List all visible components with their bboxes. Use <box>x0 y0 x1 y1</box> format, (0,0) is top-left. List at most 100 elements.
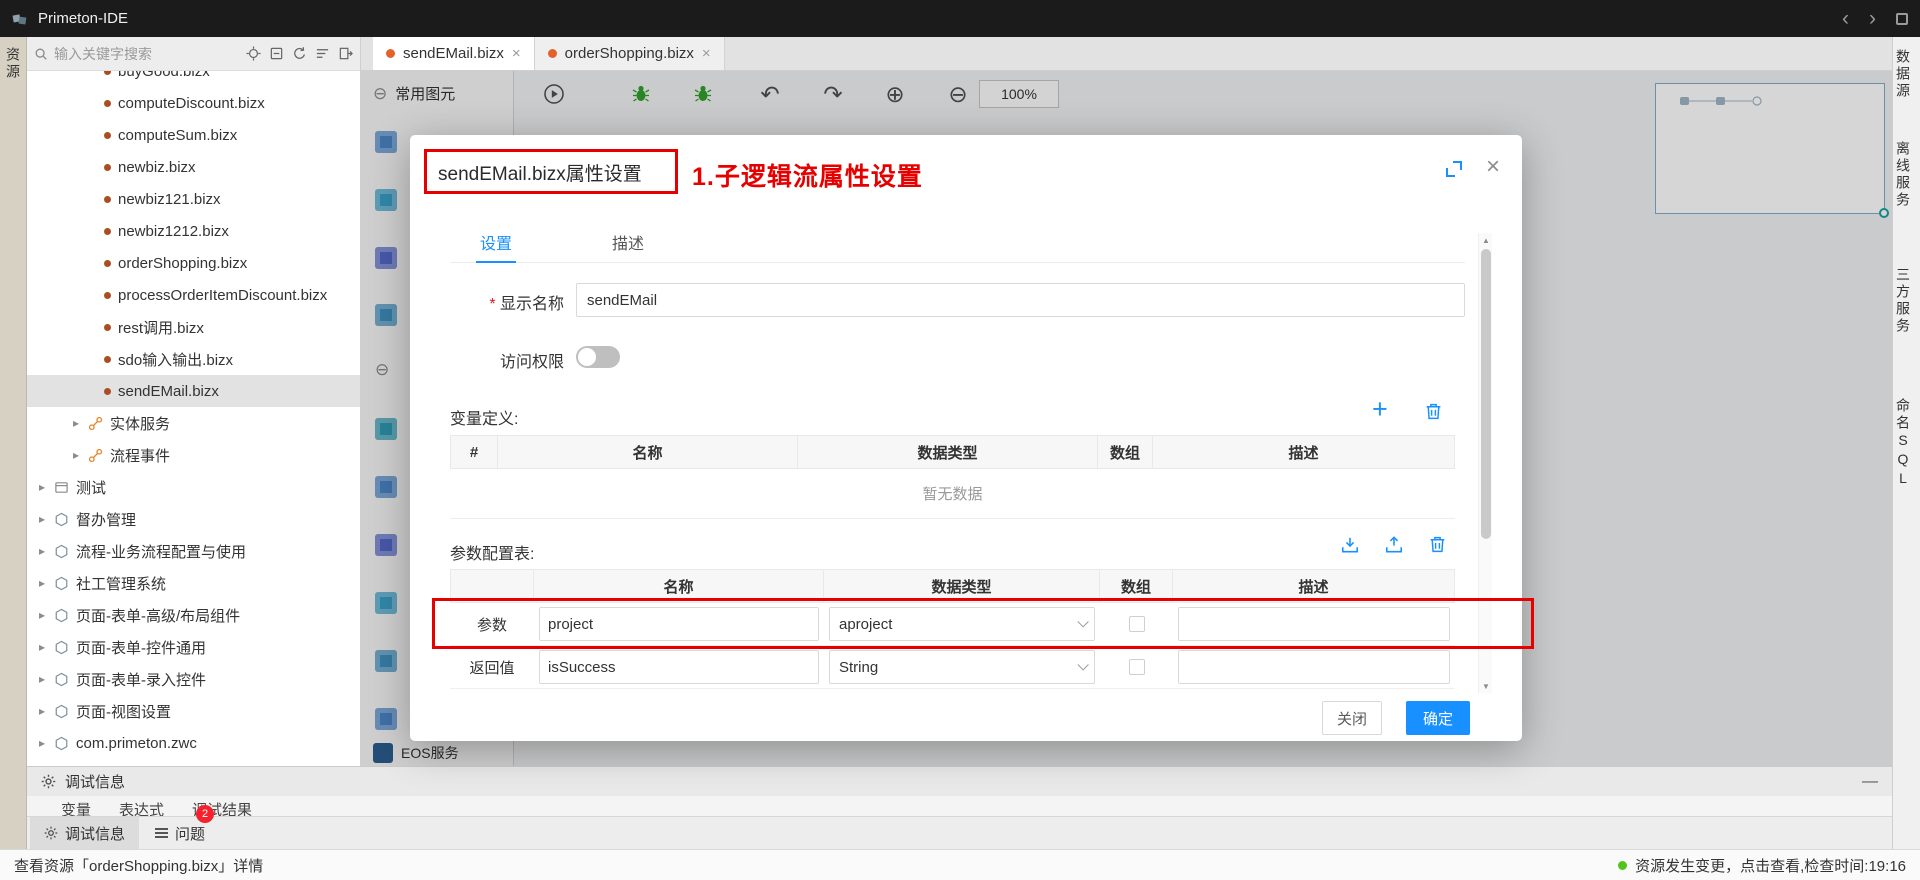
delete-variable-icon[interactable] <box>1424 402 1443 421</box>
tree-item-label: 测试 <box>76 477 106 498</box>
tree-item[interactable]: ▸页面-表单-控件通用 <box>27 631 360 663</box>
expand-arrow-icon[interactable]: ▸ <box>71 448 81 462</box>
tree-item[interactable]: rest调用.bizx <box>27 311 360 343</box>
param-name-input[interactable] <box>539 650 819 684</box>
dialog-close-icon[interactable]: × <box>1486 153 1500 181</box>
tree-item[interactable]: newbiz121.bizx <box>27 183 360 215</box>
window-layout-icon[interactable] <box>1896 13 1908 25</box>
nav-back-icon[interactable]: ‹ <box>1842 7 1849 31</box>
refresh-icon[interactable] <box>292 46 307 61</box>
editor-tab-ordershopping[interactable]: orderShopping.bizx × <box>535 37 725 70</box>
expand-arrow-icon[interactable]: ▸ <box>37 608 47 622</box>
tab-settings[interactable]: 设置 <box>480 227 512 262</box>
tree-item[interactable]: ▸页面-表单-高级/布局组件 <box>27 599 360 631</box>
editor-tab-sendemail[interactable]: sendEMail.bizx × <box>373 37 535 70</box>
param-datatype-value: String <box>839 659 878 676</box>
annotation-rect-param-row <box>432 598 1534 649</box>
tree-item[interactable]: computeDiscount.bizx <box>27 87 360 119</box>
tab-description[interactable]: 描述 <box>612 227 644 262</box>
tree-item[interactable]: processOrderItemDiscount.bizx <box>27 279 360 311</box>
access-permission-label: 访问权限 <box>450 348 564 372</box>
scrollbar-thumb[interactable] <box>1481 249 1491 539</box>
tree-item[interactable]: newbiz.bizx <box>27 151 360 183</box>
tree-item[interactable]: ▸实体服务 <box>27 407 360 439</box>
debug-info-bar[interactable]: 调试信息 — <box>27 766 1892 796</box>
status-green-dot-icon <box>1618 861 1627 870</box>
delete-param-icon[interactable] <box>1428 535 1447 554</box>
collapse-all-icon[interactable] <box>269 46 284 61</box>
app-logo-icon <box>12 11 28 27</box>
tree-item[interactable]: newbiz1212.bizx <box>27 215 360 247</box>
tree-item[interactable]: ▸ 流程-业务流程配置与使用 <box>27 535 360 567</box>
tree-item[interactable]: ▸com.primeton.zwc <box>27 727 360 759</box>
list-icon <box>155 828 168 838</box>
minimize-panel-icon[interactable]: — <box>1862 773 1878 791</box>
close-tab-icon[interactable]: × <box>512 45 521 62</box>
tree-item[interactable]: ▸页面-表单-录入控件 <box>27 663 360 695</box>
tree-item-label: orderShopping.bizx <box>118 255 247 272</box>
expand-arrow-icon[interactable]: ▸ <box>37 544 47 558</box>
close-tab-icon[interactable]: × <box>702 45 711 62</box>
tree-item[interactable]: ▸ 督办管理 <box>27 503 360 535</box>
locate-icon[interactable] <box>246 46 261 61</box>
scroll-down-icon[interactable]: ▼ <box>1479 679 1493 693</box>
debug-subtab-variables[interactable]: 变量 <box>61 796 91 816</box>
tree-item[interactable]: orderShopping.bizx <box>27 247 360 279</box>
resources-strip-tab[interactable]: 资源 <box>3 47 23 81</box>
expand-arrow-icon[interactable]: ▸ <box>37 480 47 494</box>
search-input[interactable] <box>54 46 240 62</box>
debug-gear-icon <box>41 774 56 789</box>
tree-item[interactable]: ▸ 社工管理系统 <box>27 567 360 599</box>
chevron-down-icon <box>1077 659 1088 670</box>
scroll-up-icon[interactable]: ▲ <box>1479 233 1493 247</box>
tree-item-label: 页面-视图设置 <box>76 701 171 722</box>
expand-arrow-icon[interactable]: ▸ <box>37 512 47 526</box>
bottom-tab-debug-info[interactable]: 调试信息 <box>30 817 139 849</box>
strip-tab-datasource[interactable]: 数据源 <box>1893 49 1920 100</box>
export-params-icon[interactable] <box>1384 535 1404 555</box>
expand-arrow-icon[interactable]: ▸ <box>37 672 47 686</box>
tree-item-label: 流程-业务流程配置与使用 <box>76 541 246 562</box>
expand-arrow-icon[interactable]: ▸ <box>37 640 47 654</box>
param-datatype-select[interactable]: String <box>829 650 1095 684</box>
tree-item[interactable]: computeSum.bizx <box>27 119 360 151</box>
confirm-button[interactable]: 确定 <box>1406 701 1470 735</box>
tree-item[interactable]: ▸流程事件 <box>27 439 360 471</box>
param-desc-input[interactable] <box>1178 650 1450 684</box>
expand-arrow-icon[interactable]: ▸ <box>37 576 47 590</box>
add-variable-icon[interactable]: + <box>1372 399 1388 419</box>
package-icon <box>54 544 69 559</box>
close-button[interactable]: 关闭 <box>1322 701 1382 735</box>
service-icon <box>88 416 103 431</box>
status-resource-change[interactable]: 资源发生变更，点击查看,检查时间:19:16 <box>1618 855 1906 876</box>
expand-arrow-icon[interactable]: ▸ <box>37 704 47 718</box>
strip-tab-named-sql[interactable]: 命名SQL <box>1893 398 1920 489</box>
expand-arrow-icon[interactable]: ▸ <box>71 416 81 430</box>
debug-gear-icon <box>44 826 58 840</box>
expand-arrow-icon[interactable]: ▸ <box>37 736 47 750</box>
tree-item-label: 社工管理系统 <box>76 573 166 594</box>
bizx-file-icon <box>104 132 111 139</box>
tree-item-label: 督办管理 <box>76 509 136 530</box>
tree-item[interactable]: buyGood.bizx <box>27 71 360 87</box>
import-params-icon[interactable] <box>1340 535 1360 555</box>
tree-item[interactable]: ▸ 测试 <box>27 471 360 503</box>
filter-list-icon[interactable] <box>315 46 330 61</box>
strip-tab-offline-service[interactable]: 离线服务 <box>1893 141 1920 209</box>
package-icon <box>54 736 69 751</box>
array-checkbox[interactable] <box>1129 659 1145 675</box>
fullscreen-icon[interactable] <box>1446 161 1462 177</box>
tree-item-selected[interactable]: sendEMail.bizx <box>27 375 360 407</box>
status-bar: 查看资源「orderShopping.bizx」详情 资源发生变更，点击查看,检… <box>0 849 1920 880</box>
tree-item[interactable]: sdo输入输出.bizx <box>27 343 360 375</box>
package-icon <box>54 576 69 591</box>
access-permission-toggle[interactable] <box>576 346 620 368</box>
export-icon[interactable] <box>338 46 353 61</box>
display-name-input[interactable] <box>576 283 1465 317</box>
tree-item[interactable]: ▸ 页面-视图设置 <box>27 695 360 727</box>
bottom-tab-bar: 调试信息 问题 <box>27 816 1892 849</box>
nav-forward-icon[interactable]: › <box>1869 7 1876 31</box>
debug-subtab-expressions[interactable]: 表达式 <box>119 796 164 816</box>
annotation-rect-title <box>424 149 678 194</box>
strip-tab-thirdparty-service[interactable]: 三方服务 <box>1893 267 1920 335</box>
